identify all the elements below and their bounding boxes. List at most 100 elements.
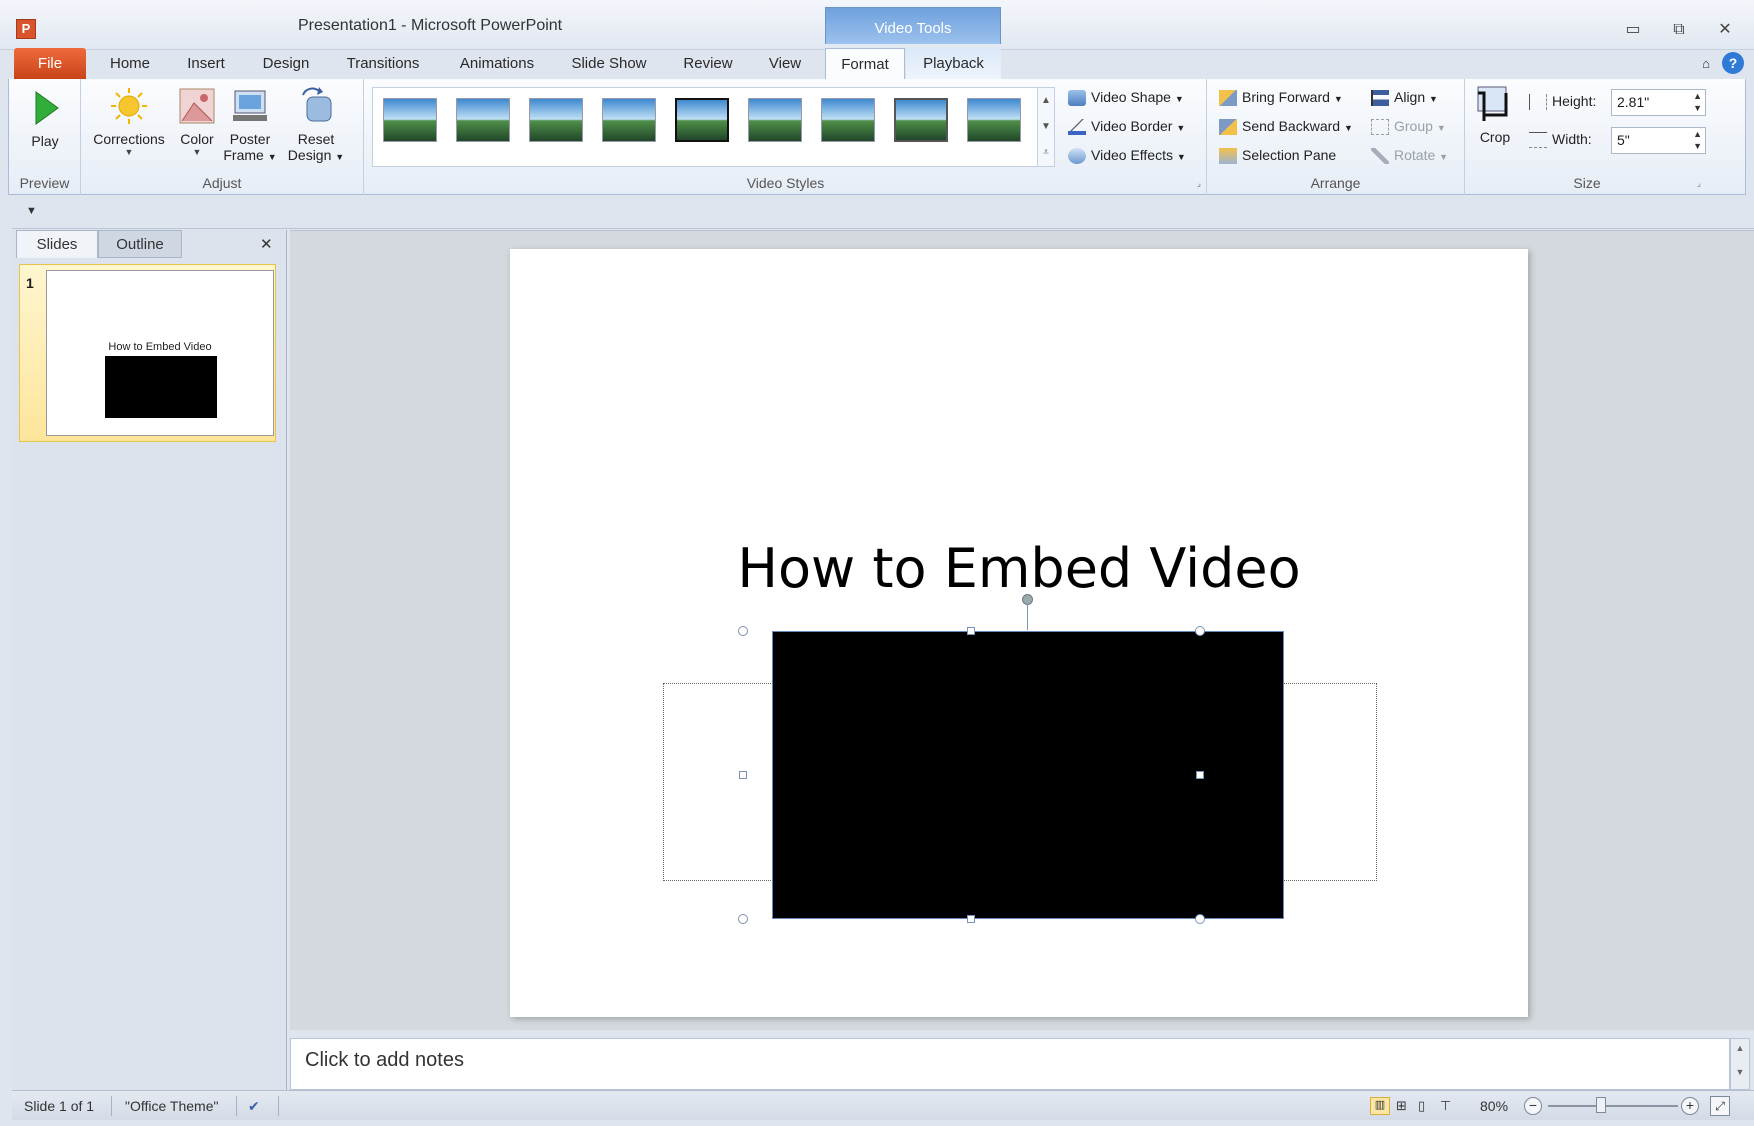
ribbon-tabs: File Home Insert Design Transitions Anim… [0,48,1754,80]
video-style-thumb[interactable] [456,98,510,142]
video-style-thumb[interactable] [821,98,875,142]
dialog-launcher-icon[interactable]: ⌟ [1697,178,1701,189]
zoom-in-icon[interactable]: + [1681,1097,1699,1115]
tab-file[interactable]: File [14,48,86,79]
crop-button[interactable]: Crop [1471,85,1519,145]
reading-view-icon[interactable]: ▯ [1418,1098,1425,1114]
video-effects-button[interactable]: Video Effects ▼ [1068,143,1186,167]
slide-title[interactable]: How to Embed Video [510,537,1528,600]
zoom-level[interactable]: 80% [1480,1098,1508,1114]
slide-sorter-icon[interactable]: ⊞ [1396,1098,1407,1114]
restore-button[interactable]: ⧉ [1663,18,1695,42]
status-divider [236,1096,237,1116]
video-style-thumb[interactable] [967,98,1021,142]
minimize-button[interactable]: ▭ [1617,18,1649,42]
close-button[interactable]: ✕ [1709,18,1741,42]
arrange-group-label: Arrange [1310,175,1361,191]
slide-canvas[interactable]: How to Embed Video [510,249,1528,1017]
slides-pane: Slides Outline ✕ 1 How to Embed Video [12,230,287,1090]
poster-frame-label-line2: Frame [223,147,264,163]
scroll-up-icon[interactable]: ▲ [1731,1043,1749,1053]
scroll-down-icon[interactable]: ▼ [1731,1067,1749,1077]
video-style-thumb[interactable] [602,98,656,142]
reset-design-button[interactable]: Reset Design ▼ [281,87,351,163]
color-button[interactable]: Color ▼ [173,87,221,157]
video-style-thumb[interactable] [383,98,437,142]
powerpoint-app-icon[interactable]: P [16,19,36,39]
notes-pane[interactable]: Click to add notes [290,1038,1730,1090]
gallery-up-icon[interactable]: ▲ [1038,88,1054,114]
size-group: Crop Height: 2.81" ▲ ▼ Width: 5" ▲ ▼ Size … [1465,79,1709,195]
slide-thumbnail-item[interactable]: 1 How to Embed Video [19,264,276,442]
resize-handle[interactable] [967,627,975,635]
play-icon [26,89,64,127]
video-styles-gallery[interactable] [372,87,1044,167]
group-button[interactable]: Group ▼ [1371,114,1446,138]
resize-handle[interactable] [738,626,748,636]
tab-animations[interactable]: Animations [446,48,548,79]
align-button[interactable]: Align ▼ [1371,85,1438,109]
tab-slide-show[interactable]: Slide Show [564,48,654,79]
tab-design[interactable]: Design [252,48,320,79]
tab-playback[interactable]: Playback [906,48,1001,79]
zoom-slider-thumb[interactable] [1596,1097,1606,1113]
video-shape-button[interactable]: Video Shape ▼ [1068,85,1184,109]
gallery-more-icon[interactable]: ⩡ [1038,140,1054,166]
theme-name[interactable]: "Office Theme" [125,1098,218,1114]
poster-frame-button[interactable]: Poster Frame ▼ [221,87,279,163]
resize-handle[interactable] [1195,626,1205,636]
zoom-out-icon[interactable]: − [1524,1097,1542,1115]
fit-to-window-icon[interactable]: ⤢ [1710,1096,1730,1116]
status-divider [111,1096,112,1116]
reset-design-icon [297,87,335,125]
selection-pane-label: Selection Pane [1242,147,1337,163]
gallery-down-icon[interactable]: ▼ [1038,114,1054,140]
video-style-thumb[interactable] [894,98,948,142]
normal-view-icon[interactable]: ▥ [1370,1097,1390,1115]
corrections-button[interactable]: Corrections ▼ [87,87,171,157]
video-style-thumb[interactable] [675,98,729,142]
resize-handle[interactable] [1196,771,1204,779]
video-style-thumb[interactable] [748,98,802,142]
tab-review[interactable]: Review [670,48,746,79]
video-style-thumb[interactable] [529,98,583,142]
send-backward-button[interactable]: Send Backward ▼ [1219,114,1353,138]
tab-home[interactable]: Home [100,48,160,79]
dialog-launcher-icon[interactable]: ⌟ [1197,178,1201,189]
spin-arrows-icon[interactable]: ▲ ▼ [1693,90,1702,114]
rotate-button[interactable]: Rotate ▼ [1371,143,1448,167]
adjust-group-label: Adjust [202,175,242,191]
selection-pane-button[interactable]: Selection Pane [1219,143,1336,167]
resize-handle[interactable] [739,771,747,779]
resize-handle[interactable] [1195,914,1205,924]
resize-handle[interactable] [738,914,748,924]
help-icon[interactable]: ? [1722,52,1744,74]
tab-view[interactable]: View [762,48,808,79]
tab-insert[interactable]: Insert [176,48,236,79]
slide-show-icon[interactable]: ⊤ [1440,1098,1451,1114]
notes-scrollbar[interactable]: ▲ ▼ [1730,1038,1750,1090]
reset-design-label-line2: Design [287,147,332,163]
width-input[interactable]: 5" ▲ ▼ [1611,127,1706,154]
tab-transitions[interactable]: Transitions [336,48,430,79]
slide-info: Slide 1 of 1 [24,1098,95,1114]
spin-arrows-icon[interactable]: ▲ ▼ [1693,128,1702,152]
tab-format[interactable]: Format [825,48,905,80]
adjust-group: Corrections ▼ Color ▼ Poster Frame ▼ Res… [81,79,364,195]
close-pane-icon[interactable]: ✕ [260,235,273,253]
bring-forward-button[interactable]: Bring Forward ▼ [1219,85,1343,109]
spell-check-icon[interactable]: ✔ [248,1098,260,1115]
customize-qat-icon[interactable]: ▼ [26,205,37,217]
color-label: Color [180,131,214,147]
play-button[interactable]: Play [17,89,73,149]
zoom-slider[interactable] [1548,1105,1678,1107]
slide-thumbnail[interactable]: How to Embed Video [46,270,274,436]
video-border-button[interactable]: Video Border ▼ [1068,114,1185,138]
tab-slides[interactable]: Slides [16,230,98,258]
gallery-scroll[interactable]: ▲ ▼ ⩡ [1037,87,1055,167]
video-object[interactable] [772,631,1284,919]
tab-outline[interactable]: Outline [98,230,182,258]
resize-handle[interactable] [967,915,975,923]
height-input[interactable]: 2.81" ▲ ▼ [1611,89,1706,116]
minimize-ribbon-icon[interactable]: ⌂ [1696,48,1716,79]
